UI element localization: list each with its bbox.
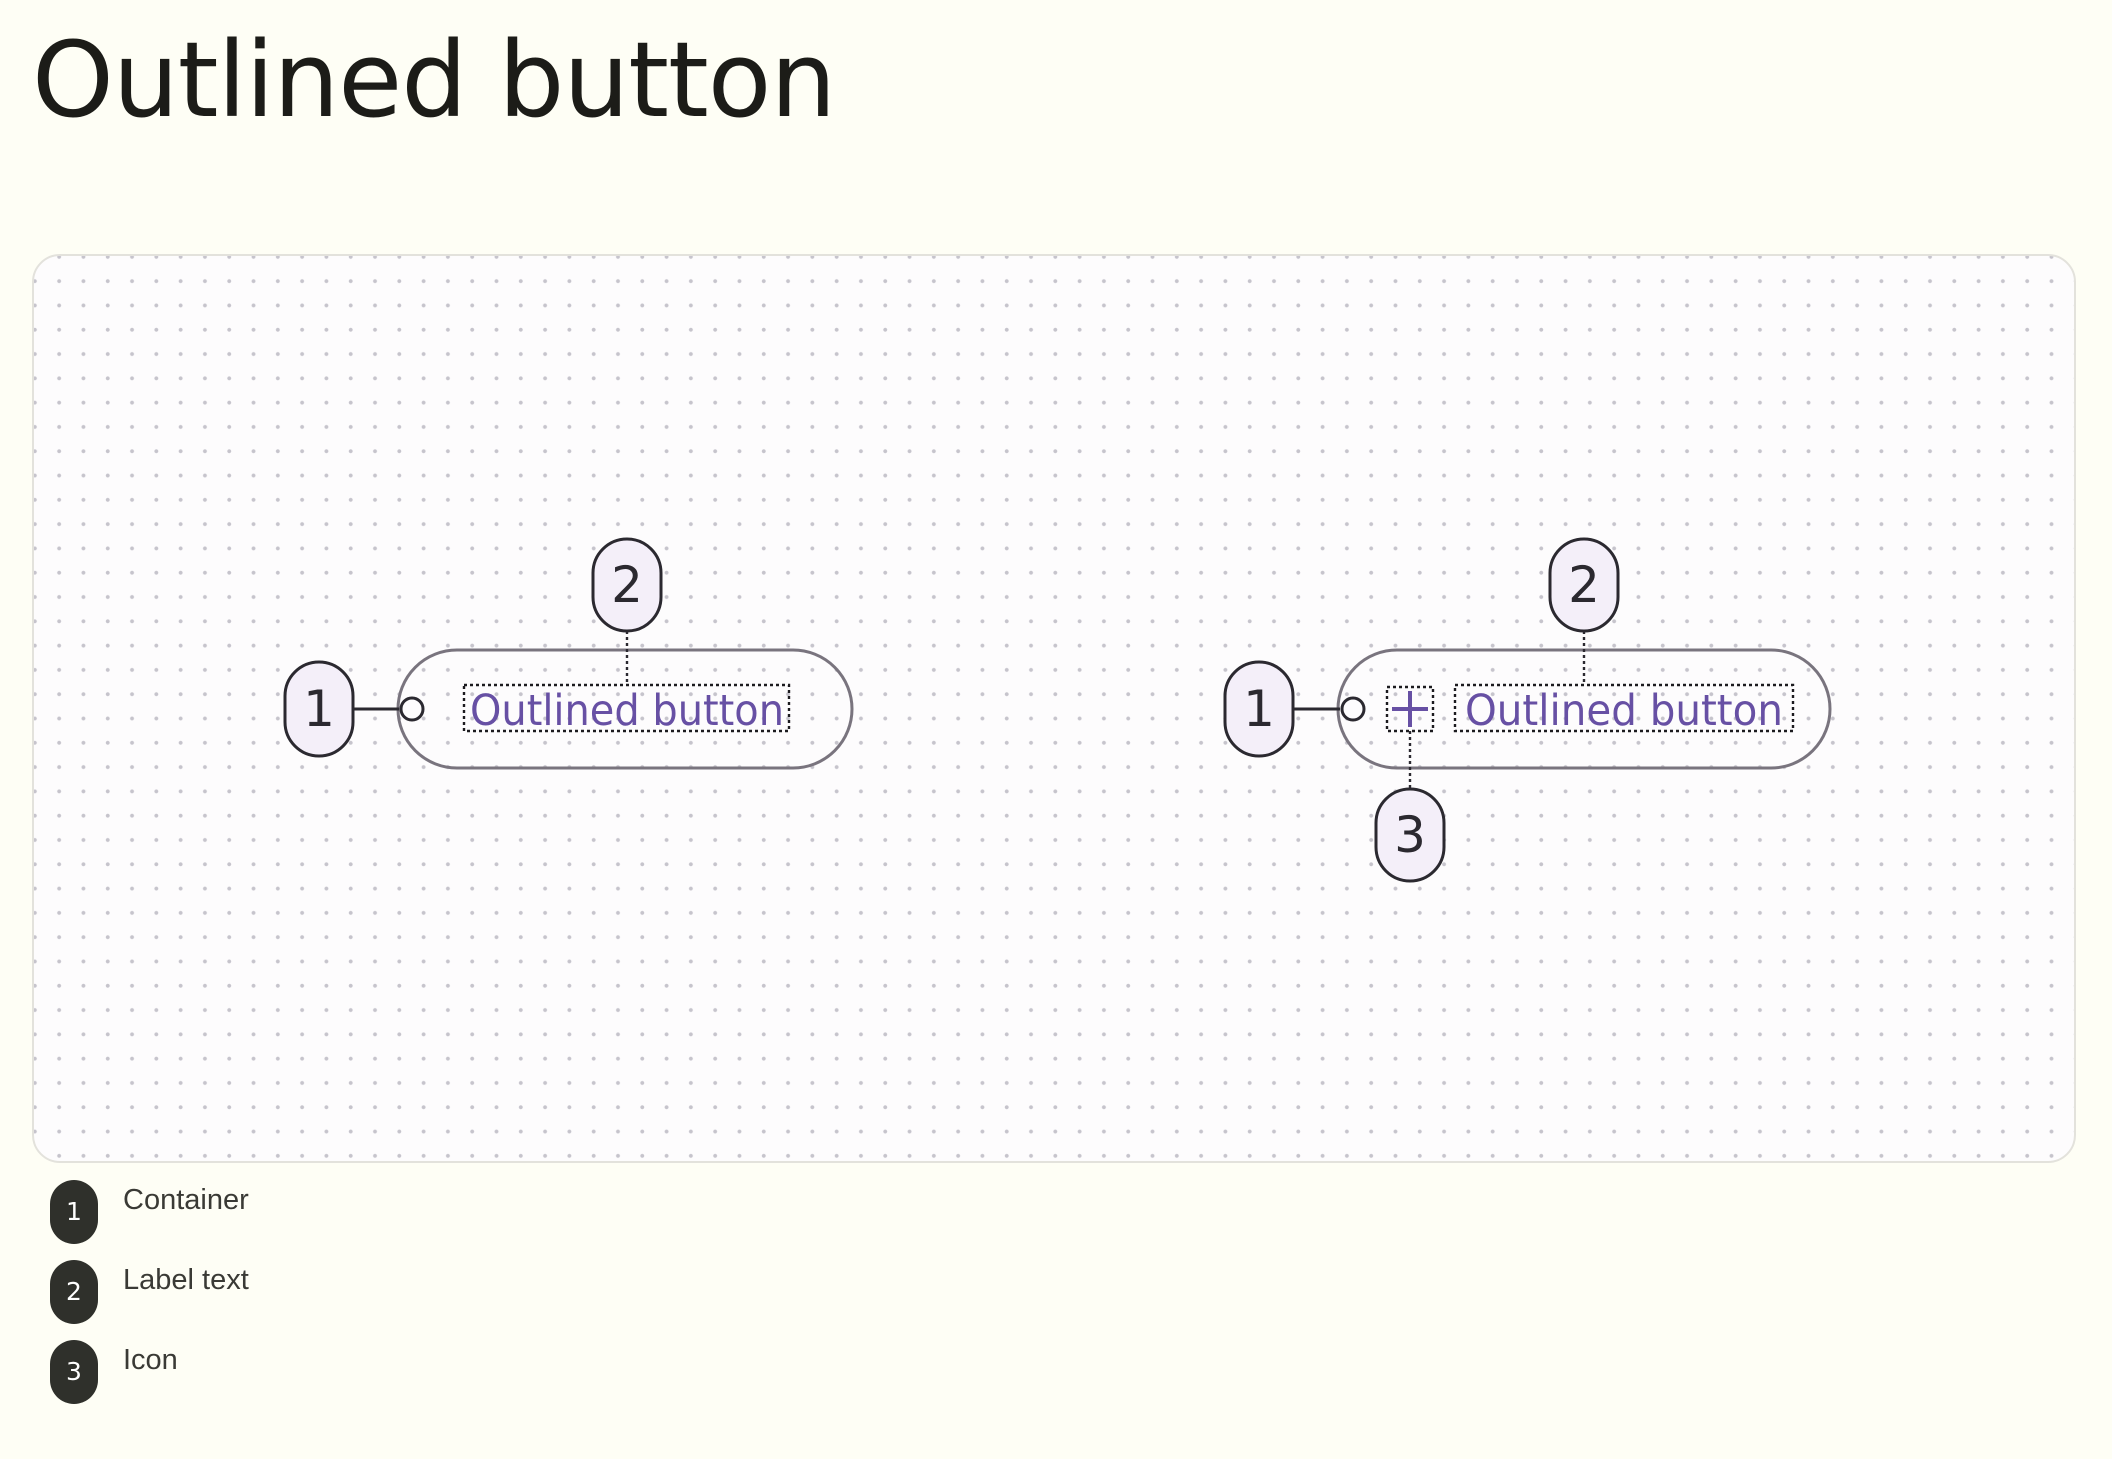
svg-text:2: 2 [1568, 556, 1600, 614]
diagram-canvas: Outlined button 1 2 Outlined button 1 2 … [32, 254, 2076, 1163]
legend-item-icon: 3 Icon [50, 1340, 650, 1404]
connector-anchor [1340, 696, 1366, 722]
svg-text:3: 3 [1394, 806, 1426, 864]
svg-text:1: 1 [303, 680, 335, 738]
legend-badge: 2 [50, 1260, 98, 1324]
svg-text:2: 2 [611, 556, 643, 614]
legend-label: Container [123, 1184, 249, 1216]
marker-2-label-text: 2 [591, 537, 663, 633]
button-example-text-only: Outlined button 1 2 [283, 537, 854, 770]
legend-badge: 3 [50, 1340, 98, 1404]
legend-item-container: 1 Container [50, 1180, 650, 1244]
button-label: Outlined button [1465, 686, 1783, 736]
marker-1-container: 1 [1223, 660, 1295, 758]
legend-label: Label text [123, 1264, 249, 1296]
legend-label: Icon [123, 1344, 178, 1376]
connector-anchor [399, 696, 425, 722]
plus-icon [1392, 691, 1428, 727]
button-example-with-icon: Outlined button 1 2 3 [1223, 537, 1832, 883]
anatomy-diagram: Outlined button 1 2 Outlined button 1 2 … [283, 537, 1832, 883]
marker-2-label-text: 2 [1548, 537, 1620, 633]
marker-1-container: 1 [283, 660, 355, 758]
marker-3-icon: 3 [1374, 787, 1446, 883]
legend-item-label-text: 2 Label text [50, 1260, 650, 1324]
button-label: Outlined button [470, 686, 784, 736]
svg-text:1: 1 [1243, 680, 1275, 738]
page-title: Outlined button [32, 19, 836, 141]
legend-badge: 1 [50, 1180, 98, 1244]
